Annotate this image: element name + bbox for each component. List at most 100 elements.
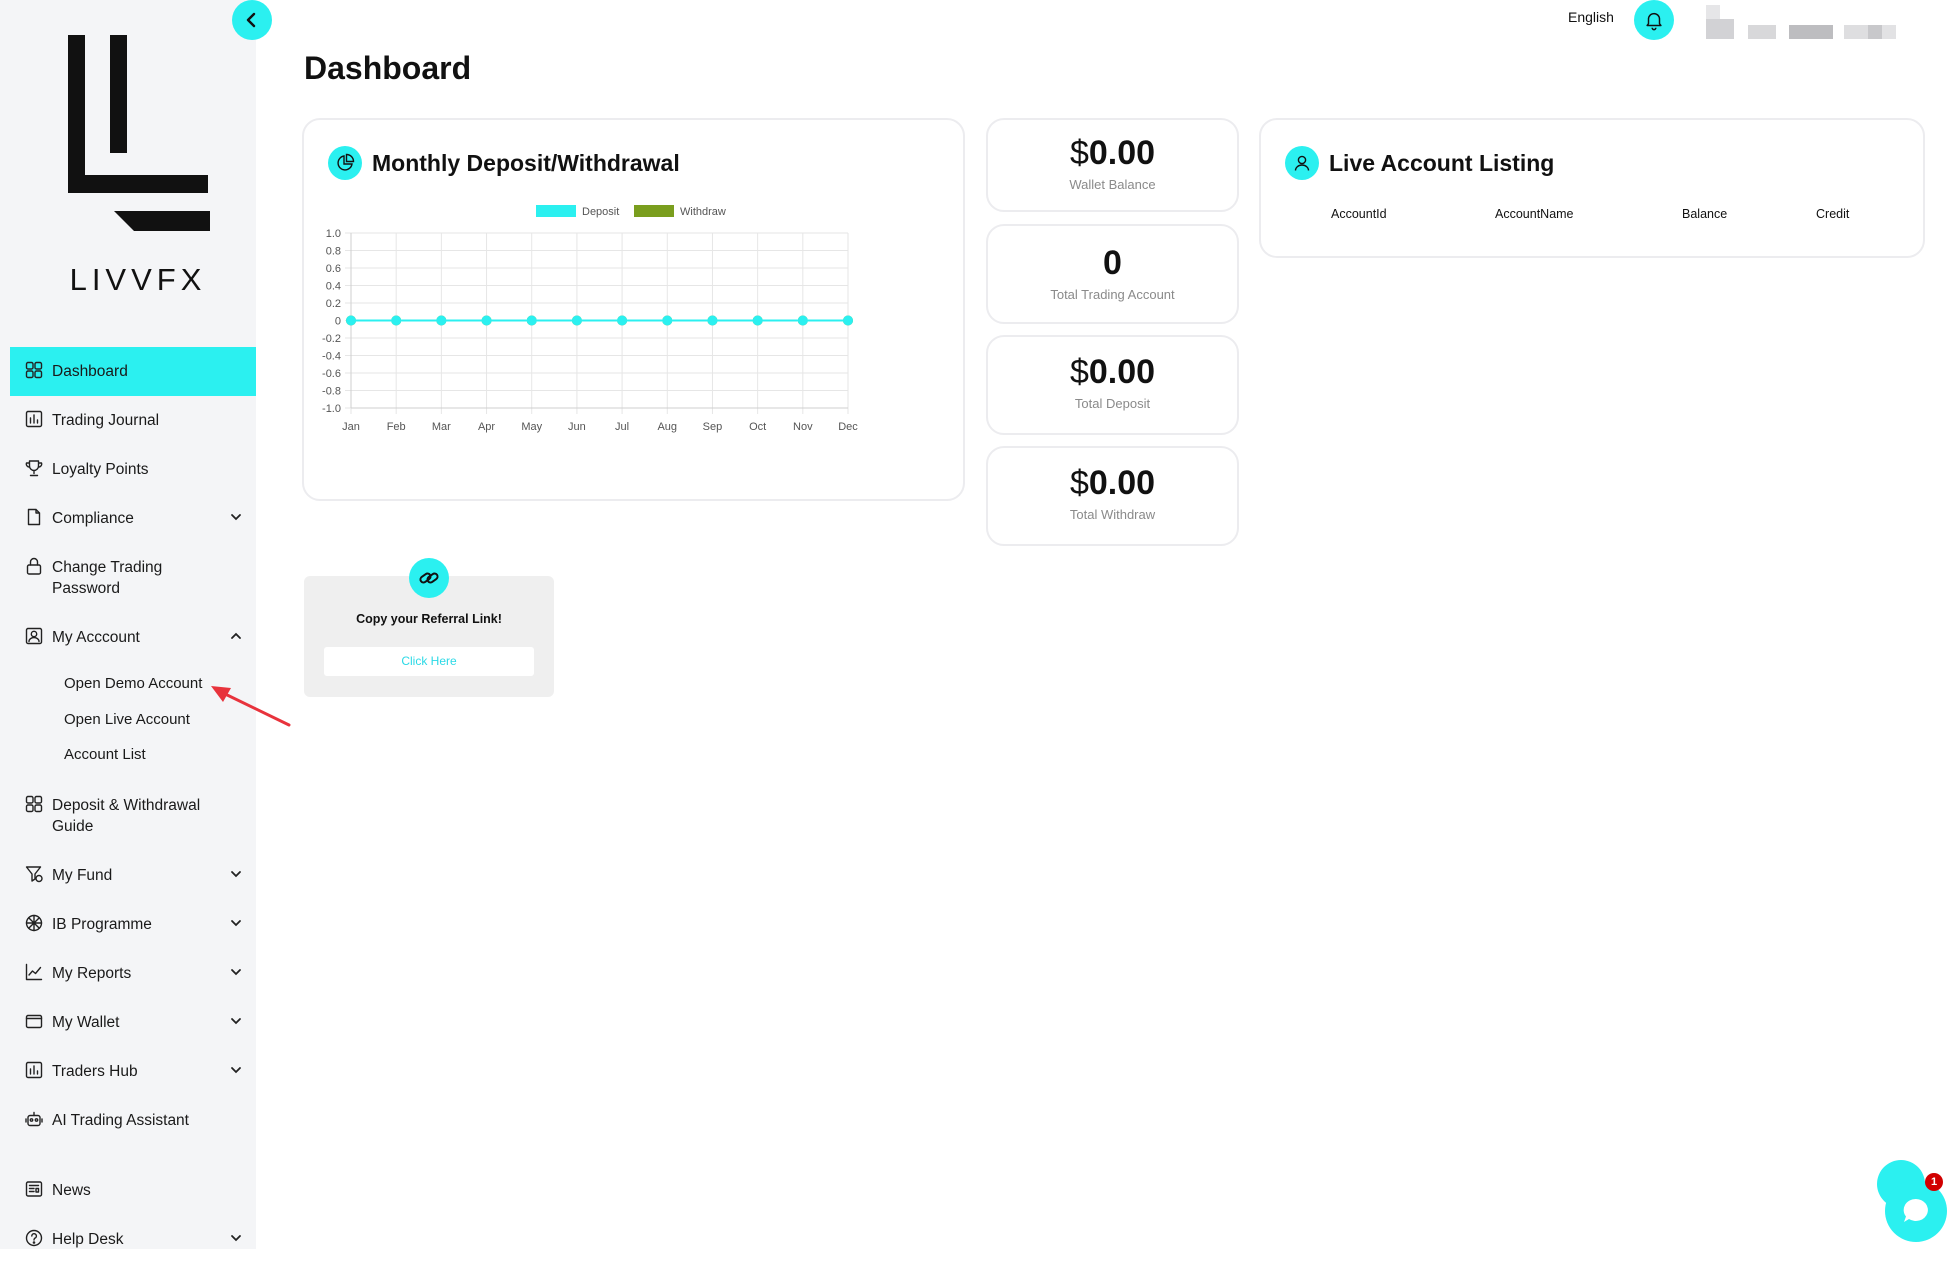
y-tick-label: 0.4	[326, 281, 341, 293]
chevron-down-icon	[231, 1234, 241, 1241]
total-deposit-caption: Total Deposit	[1074, 396, 1151, 411]
legend-label-deposit: Deposit	[582, 206, 619, 218]
sidebar-item-my-fund[interactable]: My Fund	[10, 851, 256, 900]
collapse-sidebar-button[interactable]	[232, 0, 272, 40]
page-title: Dashboard	[304, 50, 472, 86]
sidebar-item-traders-hub[interactable]: Traders Hub	[10, 1047, 256, 1096]
y-tick-label: 0.8	[326, 246, 341, 258]
lock-icon	[26, 557, 42, 575]
grid-icon	[25, 795, 43, 812]
y-tick-label: -0.4	[322, 351, 341, 363]
y-tick-label: -0.2	[322, 333, 341, 345]
pie-chart-icon	[328, 146, 362, 180]
chevron-left-icon	[246, 12, 256, 28]
wallet-balance-caption: Wallet Balance	[1069, 177, 1156, 192]
user-box-icon	[25, 627, 43, 645]
total-withdraw-card: $0.00 Total Withdraw	[986, 446, 1239, 546]
newspaper-icon	[25, 1180, 43, 1197]
y-tick-label: 0.2	[326, 298, 341, 310]
total-trading-account-value: 0	[1103, 244, 1122, 282]
grid-icon	[25, 361, 43, 379]
sidebar-item-label: Compliance	[52, 510, 134, 527]
sidebar-item-help-desk[interactable]: Help Desk	[10, 1215, 256, 1264]
y-tick-label: 0	[335, 316, 341, 328]
chevron-down-icon	[231, 870, 241, 877]
sidebar-item-change-trading-password[interactable]: Change Trading Password	[10, 543, 256, 613]
x-tick-label: Jul	[615, 421, 629, 433]
user-icon	[1285, 146, 1319, 180]
wallet-balance-value: $0.00	[1069, 134, 1156, 172]
x-tick-label: Jun	[568, 421, 586, 433]
data-point-deposit	[571, 315, 582, 326]
copy-referral-button[interactable]: Click Here	[324, 647, 534, 676]
total-withdraw-caption: Total Withdraw	[1069, 507, 1156, 522]
live-account-listing-card: Live Account Listing AccountId AccountNa…	[1259, 118, 1925, 258]
notifications-button[interactable]	[1634, 0, 1674, 40]
column-header-credit: Credit	[1816, 207, 1850, 221]
chart-box-icon	[25, 1061, 43, 1078]
live-listing-header: Live Account Listing	[1285, 146, 1554, 180]
data-point-deposit	[843, 315, 853, 326]
x-tick-label: Dec	[838, 421, 858, 433]
document-icon	[27, 508, 41, 526]
sidebar-item-trading-journal[interactable]: Trading Journal	[10, 396, 256, 445]
y-tick-label: -0.8	[322, 386, 341, 398]
sidebar-item-label: Trading Journal	[52, 412, 160, 429]
sidebar-item-ib-programme[interactable]: IB Programme	[10, 900, 256, 949]
legend-label-withdraw: Withdraw	[680, 206, 726, 218]
total-trading-account-caption: Total Trading Account	[1050, 287, 1175, 302]
chart-box-icon	[25, 410, 43, 428]
data-point-deposit	[617, 315, 628, 326]
y-tick-label: -0.6	[322, 368, 341, 380]
data-point-deposit	[707, 315, 718, 326]
chevron-down-icon	[231, 514, 241, 521]
sidebar-item-label: Dashboard	[52, 363, 128, 380]
y-tick-label: 1.0	[326, 228, 341, 240]
fund-icon	[25, 865, 43, 882]
sidebar-item-deposit-withdrawal-guide[interactable]: Deposit & Withdrawal Guide	[10, 781, 256, 851]
chart-title: Monthly Deposit/Withdrawal	[372, 149, 680, 176]
chat-unread-badge: 1	[1925, 1173, 1943, 1191]
sidebar-item-label: My Wallet	[52, 1013, 120, 1031]
sidebar-item-label: Traders Hub	[52, 1062, 138, 1080]
user-profile-menu[interactable]	[1706, 5, 1916, 41]
sidebar-item-loyalty-points[interactable]: Loyalty Points	[10, 445, 256, 494]
help-icon	[25, 1229, 43, 1246]
column-header-balance: Balance	[1682, 207, 1728, 221]
sidebar-item-label: My Reports	[52, 964, 132, 982]
y-tick-label: -1.0	[322, 403, 341, 415]
robot-icon	[25, 1111, 43, 1126]
brand-name: LIVVFX	[69, 262, 207, 297]
column-header-accountid: AccountId	[1331, 207, 1387, 221]
sidebar-item-label: Change Trading Password	[52, 559, 163, 597]
sidebar-item-label: IB Programme	[52, 915, 152, 933]
brand-logo-icon	[68, 35, 210, 231]
submenu-item-account-list[interactable]: Account List	[64, 737, 256, 773]
language-selector[interactable]: English	[1568, 9, 1614, 25]
sidebar-item-compliance[interactable]: Compliance	[10, 494, 256, 543]
total-trading-account-card: 0 Total Trading Account	[986, 224, 1239, 324]
x-tick-label: Mar	[432, 421, 451, 433]
sidebar-item-label: My Fund	[52, 866, 113, 884]
network-icon	[25, 914, 43, 931]
sidebar-item-my-reports[interactable]: My Reports	[10, 949, 256, 998]
sidebar-item-label: News	[52, 1181, 91, 1199]
referral-text: Copy your Referral Link!	[356, 612, 502, 626]
sidebar-item-news[interactable]: News	[10, 1166, 256, 1215]
bell-icon	[1646, 12, 1662, 31]
sidebar-item-dashboard[interactable]: Dashboard	[10, 347, 256, 396]
sidebar-item-my-wallet[interactable]: My Wallet	[10, 998, 256, 1047]
sidebar-item-ai-trading-assistant[interactable]: AI Trading Assistant	[10, 1096, 256, 1166]
chevron-down-icon	[231, 1066, 241, 1073]
sidebar-item-my-acccount[interactable]: My Acccount	[10, 613, 256, 662]
data-point-deposit	[436, 315, 447, 326]
chevron-up-icon	[231, 632, 241, 639]
x-tick-label: May	[521, 421, 542, 433]
total-deposit-value: $0.00	[1069, 353, 1156, 391]
sidebar-item-label: Deposit & Withdrawal Guide	[52, 796, 201, 835]
trend-icon	[25, 963, 43, 980]
legend-swatch-withdraw	[634, 205, 674, 217]
wallet-icon	[25, 1014, 43, 1028]
column-header-accountname: AccountName	[1495, 207, 1574, 221]
trophy-icon	[25, 460, 43, 477]
